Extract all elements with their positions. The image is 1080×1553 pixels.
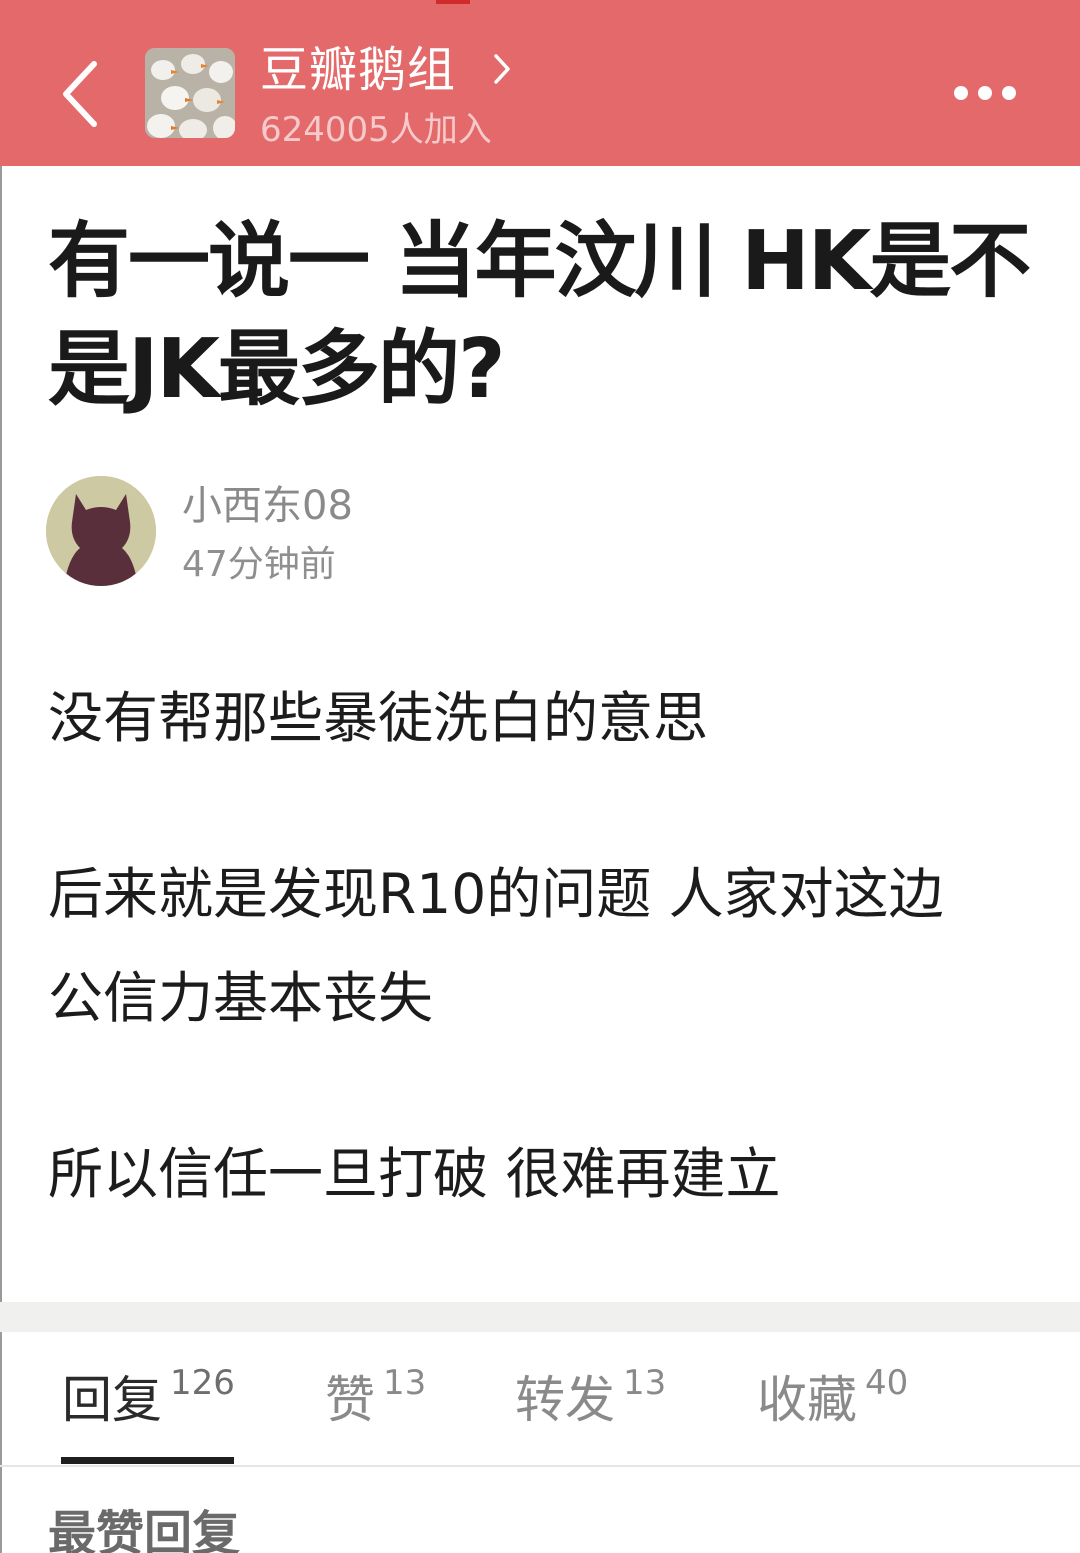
geese-image	[145, 48, 235, 138]
status-indicator	[436, 0, 470, 4]
author-name[interactable]: 小西东08	[182, 480, 353, 532]
tab-count: 40	[865, 1363, 909, 1403]
active-tab-indicator	[61, 1457, 234, 1464]
tab-label: 转发	[515, 1371, 615, 1429]
page-edge	[0, 166, 2, 1553]
group-header: 豆瓣鹅组 624005人加入	[0, 0, 1080, 166]
member-count: 624005人加入	[260, 110, 492, 150]
tabs-divider	[0, 1465, 1080, 1467]
post-time: 47分钟前	[182, 544, 336, 585]
post-paragraph: 公信力基本丧失	[48, 966, 434, 1030]
post-title: 有一说一 当年汶川 HK是不是JK最多的?	[48, 214, 1031, 417]
tab-likes[interactable]: 赞 13	[325, 1360, 426, 1440]
author-avatar[interactable]	[46, 476, 156, 586]
more-dot-icon	[1002, 86, 1016, 100]
post-page: 豆瓣鹅组 624005人加入 有一说一 当年汶川 HK是不是JK最多的? 小西东…	[0, 0, 1080, 1553]
more-dot-icon	[978, 86, 992, 100]
status-bar	[0, 0, 1080, 8]
tab-label: 回复	[62, 1371, 162, 1429]
more-button[interactable]	[948, 80, 1020, 108]
tab-count: 13	[383, 1363, 427, 1403]
tab-reshares[interactable]: 转发 13	[515, 1360, 666, 1440]
tab-count: 126	[170, 1363, 235, 1403]
tab-count: 13	[623, 1363, 667, 1403]
more-dot-icon	[954, 86, 968, 100]
tab-label: 收藏	[757, 1371, 857, 1429]
top-replies-heading: 最赞回复	[48, 1506, 241, 1553]
tab-collections[interactable]: 收藏 40	[757, 1360, 908, 1440]
post-paragraph: 所以信任一旦打破 很难再建立	[48, 1142, 781, 1206]
section-divider	[0, 1302, 1080, 1332]
post-paragraph: 后来就是发现R10的问题 人家对这边	[48, 862, 944, 926]
chevron-left-icon	[63, 61, 97, 127]
post-paragraph: 没有帮那些暴徒洗白的意思	[48, 686, 709, 750]
group-name[interactable]: 豆瓣鹅组	[260, 40, 456, 100]
cat-silhouette-avatar	[46, 476, 156, 586]
group-avatar[interactable]	[145, 48, 235, 138]
chevron-right-icon[interactable]	[488, 52, 516, 86]
tab-label: 赞	[325, 1371, 375, 1429]
tab-replies[interactable]: 回复 126	[62, 1360, 235, 1440]
back-button[interactable]	[54, 56, 110, 132]
